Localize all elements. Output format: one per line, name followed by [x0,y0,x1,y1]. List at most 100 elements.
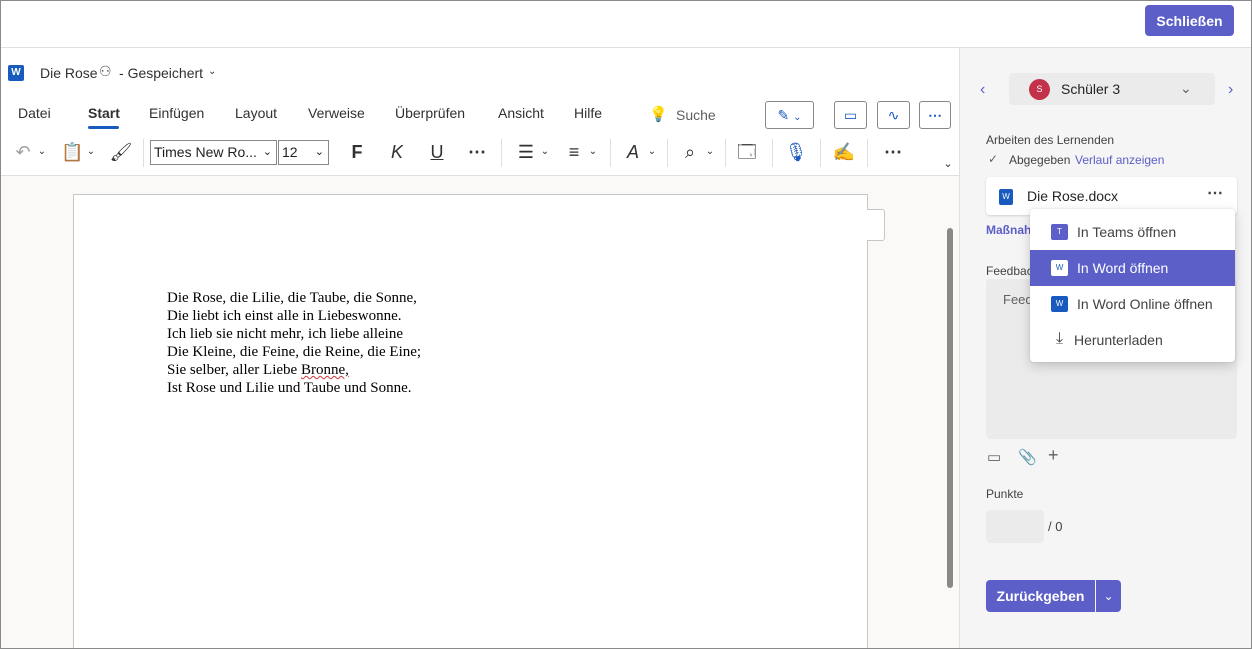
tab-einfuegen[interactable]: Einfügen [149,105,204,121]
chevron-down-icon[interactable]: ⌄ [85,140,97,164]
return-options-button[interactable]: ⌄ [1096,580,1121,612]
more-options-button[interactable]: ⋯ [919,101,951,129]
align-icon[interactable]: ≡ [562,140,586,164]
menu-item-open-in-teams[interactable]: T In Teams öffnen [1030,214,1235,250]
file-options-menu: T In Teams öffnen W In Word öffnen W In … [1030,209,1235,362]
chevron-left-icon[interactable]: ‹ [980,81,985,99]
word-header: W Die Rose ⚇ - Gespeichert ⌄ Datei Start… [1,48,959,176]
active-tab-indicator [88,126,119,129]
attachment-name: Die Rose.docx [1027,188,1119,204]
rubric-link[interactable]: Maßnah [986,223,1031,237]
attach-icon[interactable]: 📎 [1018,448,1037,466]
menu-item-label: In Teams öffnen [1077,224,1177,240]
search-label[interactable]: Suche [676,107,716,123]
scrollbar-thumb[interactable] [947,228,953,588]
more-icon[interactable]: ⋯ [1207,183,1224,203]
immersive-reader-icon[interactable]: 🗔 [735,140,759,164]
document-title[interactable]: Die Rose [40,65,98,81]
add-icon[interactable]: + [1048,445,1059,466]
expand-ribbon-icon[interactable]: ⌄ [941,152,955,176]
toolbar-divider [772,139,773,167]
save-status[interactable]: - Gespeichert [119,65,203,81]
app-window: Schließen W Die Rose ⚇ - Gespeichert ⌄ D… [0,0,1252,649]
poem-text[interactable]: Die Rose, die Lilie, die Taube, die Sonn… [167,289,421,397]
text-line: Ich lieb sie nicht mehr, ich liebe allei… [167,326,403,342]
tab-verweise[interactable]: Verweise [308,105,365,121]
tab-layout[interactable]: Layout [235,105,277,121]
share-people-icon[interactable]: ⚇ [99,63,112,80]
more-formatting-icon[interactable]: ⋯ [465,140,489,164]
chevron-down-icon[interactable]: ⌄ [704,140,716,164]
feedback-heading: Feedbac [986,264,1033,278]
chevron-down-icon[interactable]: ⌄ [36,140,48,164]
editor-icon[interactable]: ✍ [832,140,856,164]
chevron-right-icon[interactable]: › [1228,81,1233,99]
word-editor: W Die Rose ⚇ - Gespeichert ⌄ Datei Start… [1,48,959,648]
editing-mode-button[interactable]: ✎ ⌄ [765,101,814,129]
chevron-down-icon: ⌄ [262,146,272,158]
video-icon[interactable]: ▭ [987,448,1001,466]
font-name-value: Times New Ro... [154,144,257,160]
word-file-icon: W [999,189,1013,205]
clipboard-icon[interactable]: 📋 [61,140,83,164]
activity-button[interactable]: ∿ [877,101,910,129]
undo-icon[interactable]: ↶ [12,140,34,164]
submitted-status: Abgegeben [1009,153,1071,167]
document-page[interactable]: Die Rose, die Lilie, die Taube, die Sonn… [73,194,868,648]
chevron-down-icon[interactable]: ⌄ [646,140,658,164]
avatar: S [1029,79,1050,100]
checkmark-icon: ✓ [988,152,999,166]
text-line: Die Kleine, die Feine, die Reine, die Ei… [167,344,422,360]
font-size-field[interactable]: 12 ⌄ [278,140,329,165]
tab-ueberpruefen[interactable]: Überprüfen [395,105,465,121]
comment-icon: ▭ [843,107,858,123]
styles-icon[interactable]: A [621,140,645,164]
underline-button[interactable]: U [426,140,448,164]
save-status-prefix: - [119,65,128,81]
lightbulb-icon[interactable]: 💡 [649,105,668,123]
points-input[interactable] [986,510,1044,543]
save-status-label: Gespeichert [127,65,204,81]
pencil-icon: ✎ [777,107,790,123]
format-painter-icon[interactable]: 🖌 [109,140,133,164]
misspelled-word[interactable]: Bronne, [301,362,349,378]
view-history-link[interactable]: Verlauf anzeigen [1075,153,1164,167]
tab-ansicht[interactable]: Ansicht [498,105,544,121]
comments-button[interactable]: ▭ [834,101,867,129]
points-heading: Punkte [986,487,1024,501]
bold-button[interactable]: F [346,140,368,164]
student-work-heading: Arbeiten des Lernenden [986,133,1115,147]
chevron-down-icon[interactable]: ⌄ [539,140,551,164]
find-icon[interactable]: ⌕ [678,140,702,164]
more-commands-icon[interactable]: ⋯ [881,140,905,164]
chevron-down-icon: ⌄ [314,146,324,158]
bullet-list-icon[interactable]: ☰ [514,140,538,164]
tab-start[interactable]: Start [88,105,120,121]
text-line: Die Rose, die Lilie, die Taube, die Sonn… [167,290,417,306]
toolbar-divider [501,139,502,167]
text-line-start: Sie selber, aller Liebe [167,362,301,378]
dictate-icon[interactable]: 🎙 [784,140,808,164]
menu-item-open-in-word-online[interactable]: W In Word Online öffnen [1030,286,1235,322]
comment-margin-tab[interactable] [867,209,885,241]
font-name-field[interactable]: Times New Ro... ⌄ [150,140,277,165]
return-button[interactable]: Zurückgeben [986,580,1095,612]
toolbar-divider [867,139,868,167]
toolbar-divider [667,139,668,167]
close-button[interactable]: Schließen [1145,5,1234,36]
tab-datei[interactable]: Datei [18,105,51,121]
chevron-down-icon: ⌄ [1103,589,1114,603]
student-selector[interactable]: S Schüler 3 ⌄ [1009,73,1215,105]
italic-button[interactable]: K [386,140,408,164]
chevron-down-icon[interactable]: ⌄ [208,66,216,77]
chevron-down-icon[interactable]: ⌄ [587,140,599,164]
feedback-placeholder: Feed [1003,292,1033,307]
tab-hilfe[interactable]: Hilfe [574,105,602,121]
toolbar-divider [610,139,611,167]
word-online-icon: W [1051,296,1068,312]
student-name: Schüler 3 [1061,81,1121,97]
activity-icon: ∿ [887,107,900,123]
menu-item-open-in-word[interactable]: W In Word öffnen [1030,250,1235,286]
menu-item-download[interactable]: ⤓ Herunterladen [1030,322,1235,358]
font-size-value: 12 [282,144,298,160]
